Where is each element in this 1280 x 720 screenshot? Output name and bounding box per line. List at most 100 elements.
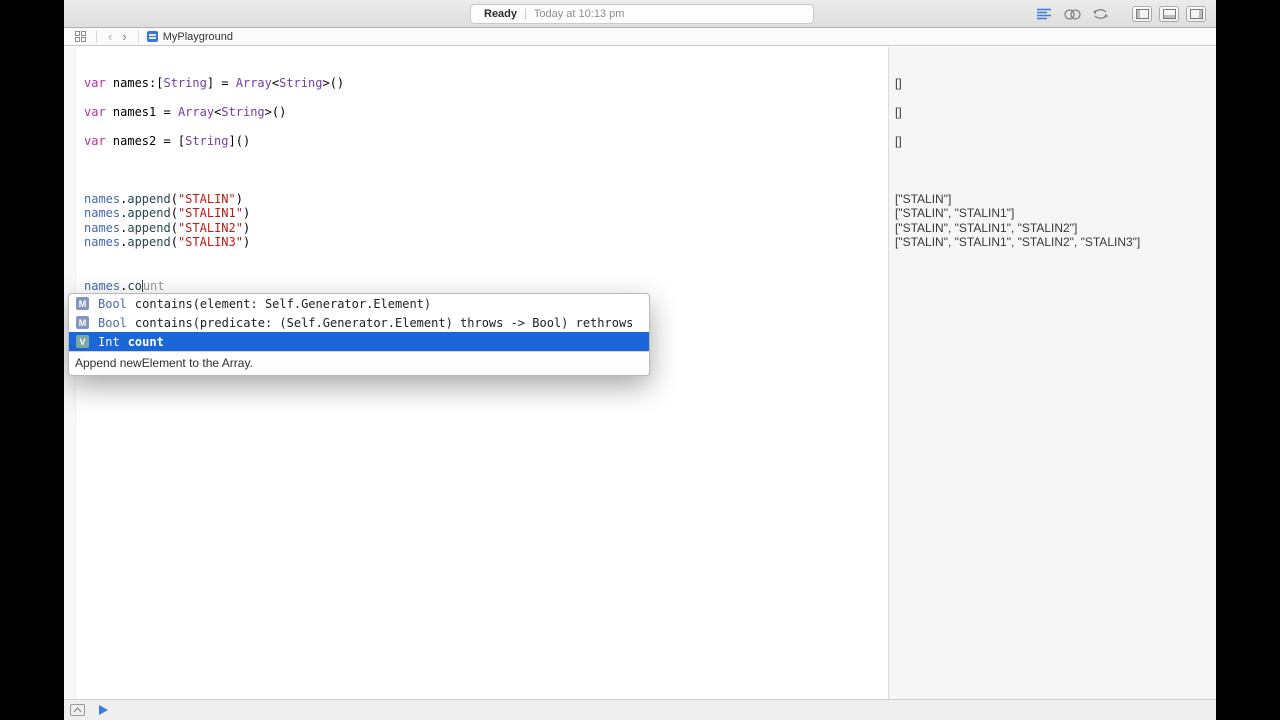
back-button[interactable]: ‹ [103, 30, 117, 43]
playground-result[interactable]: [] [889, 134, 1216, 149]
code-segment: append [127, 220, 171, 235]
code-segment: ) [242, 206, 251, 220]
toggle-results-panel-icon[interactable] [70, 704, 85, 716]
run-playground-button[interactable] [99, 705, 108, 715]
code-line[interactable]: names.append("STALIN") [64, 192, 888, 207]
code-segment: names [84, 206, 121, 220]
code-segment: var [84, 133, 113, 148]
code-line[interactable] [64, 119, 888, 134]
main-area: var names:[String] = Array<String>() var … [64, 47, 1216, 699]
code-segment: "STALIN" [177, 191, 236, 206]
code-segment: names1 = [112, 104, 178, 119]
code-segment: String [221, 104, 265, 119]
code-segment: ( [170, 235, 178, 249]
playground-result[interactable] [889, 163, 1216, 178]
code-segment: "STALIN2" [177, 220, 243, 235]
code-line[interactable] [64, 148, 888, 163]
code-segment: ) [242, 235, 251, 249]
code-segment: names [84, 191, 121, 206]
code-line[interactable] [64, 90, 888, 105]
version-editor-icon[interactable] [1090, 6, 1110, 22]
code-segment: names [84, 220, 121, 235]
code-segment: var [84, 75, 113, 90]
playground-result[interactable] [889, 148, 1216, 163]
code-segment: ] = [206, 75, 236, 90]
status-divider: | [524, 8, 527, 20]
completion-label: count [127, 334, 164, 349]
code-segment: Array [177, 104, 215, 119]
method-badge-icon: M [76, 297, 89, 310]
code-line[interactable]: names.append("STALIN2") [64, 221, 888, 236]
toggle-navigator-button[interactable] [1132, 6, 1152, 22]
code-segment: ( [170, 206, 178, 220]
autocomplete-item[interactable]: M Bool contains(predicate: (Self.Generator… [69, 313, 649, 332]
playground-result[interactable]: ["STALIN"] [889, 192, 1216, 207]
code-line[interactable] [64, 61, 888, 76]
code-segment: append [127, 235, 171, 249]
forward-button[interactable]: › [117, 30, 131, 43]
return-type: Bool [98, 296, 127, 311]
code-line[interactable]: names.count [64, 279, 888, 294]
autocomplete-description: Append newElement to the Array. [69, 351, 649, 375]
related-items-icon[interactable] [70, 29, 90, 45]
code-line[interactable]: var names2 = [String]() [64, 134, 888, 149]
autocomplete-list: M Bool contains(element: Self.Generator.El… [69, 294, 649, 351]
playground-result[interactable]: ["STALIN", "STALIN1", "STALIN2", "STALIN… [889, 235, 1216, 250]
code-segment: "STALIN1" [177, 206, 243, 220]
standard-editor-icon[interactable] [1034, 6, 1054, 22]
toggle-debug-area-button[interactable] [1159, 6, 1179, 22]
playground-result[interactable]: ["STALIN", "STALIN1"] [889, 206, 1216, 221]
playground-result[interactable]: [] [889, 105, 1216, 120]
code-segment: String [163, 75, 207, 90]
return-type: Int [98, 334, 120, 349]
code-segment: "STALIN3" [177, 235, 243, 249]
code-segment: String [279, 75, 323, 90]
playground-result[interactable] [889, 90, 1216, 105]
playground-result[interactable] [889, 61, 1216, 76]
code-line[interactable]: names.append("STALIN1") [64, 206, 888, 221]
autocomplete-item[interactable]: V Int count [69, 332, 649, 351]
code-segment: ) [235, 191, 243, 206]
code-segment: names [84, 278, 121, 293]
toggle-utilities-button[interactable] [1186, 6, 1206, 22]
code-line[interactable] [64, 250, 888, 265]
playground-result[interactable] [889, 264, 1216, 279]
assistant-editor-icon[interactable] [1062, 6, 1082, 22]
code-segment: co [127, 278, 142, 293]
video-frame: Ready | Today at 10:13 pm ‹ › MyPlaygrou… [0, 0, 1280, 720]
jump-bar: ‹ › MyPlayground [64, 28, 1216, 46]
playground-file-icon [146, 31, 158, 42]
playground-result[interactable]: ["STALIN", "STALIN1", "STALIN2"] [889, 221, 1216, 236]
variable-badge-icon: V [76, 335, 89, 348]
playground-result[interactable]: [] [889, 76, 1216, 91]
activity-viewer: Ready | Today at 10:13 pm [470, 4, 814, 24]
code-line[interactable] [64, 264, 888, 279]
code-segment: String [185, 133, 229, 148]
code-segment: unt [142, 278, 165, 293]
status-ready-label: Ready [484, 8, 518, 20]
code-segment: names2 = [ [112, 133, 186, 148]
autocomplete-popup: M Bool contains(element: Self.Generator.El… [68, 293, 650, 376]
status-message: Today at 10:13 pm [533, 8, 625, 20]
playground-result[interactable] [889, 119, 1216, 134]
code-line[interactable]: names.append("STALIN3") [64, 235, 888, 250]
code-segment: append [127, 191, 171, 206]
code-line[interactable] [64, 163, 888, 178]
code-segment: ]() [228, 133, 251, 148]
code-segment: names:[ [112, 75, 164, 90]
code-segment: ( [170, 220, 178, 235]
code-lines: var names:[String] = Array<String>() var … [64, 61, 888, 293]
autocomplete-item[interactable]: M Bool contains(element: Self.Generator.El… [69, 294, 649, 313]
completion-label: contains(predicate: (Self.Generator.Elem… [134, 315, 634, 330]
breadcrumb-file-name[interactable]: MyPlayground [163, 31, 233, 43]
return-type: Bool [98, 315, 127, 330]
result-lines: [][][] ["STALIN"] ["STALIN", "STALIN1"] ["S… [889, 61, 1216, 293]
playground-result[interactable] [889, 279, 1216, 294]
code-line[interactable]: var names:[String] = Array<String>() [64, 76, 888, 91]
code-line[interactable] [64, 177, 888, 192]
playground-result[interactable] [889, 250, 1216, 265]
code-line[interactable]: var names1 = Array<String>() [64, 105, 888, 120]
code-segment: append [127, 206, 171, 220]
playground-result[interactable] [889, 177, 1216, 192]
method-badge-icon: M [76, 316, 89, 329]
